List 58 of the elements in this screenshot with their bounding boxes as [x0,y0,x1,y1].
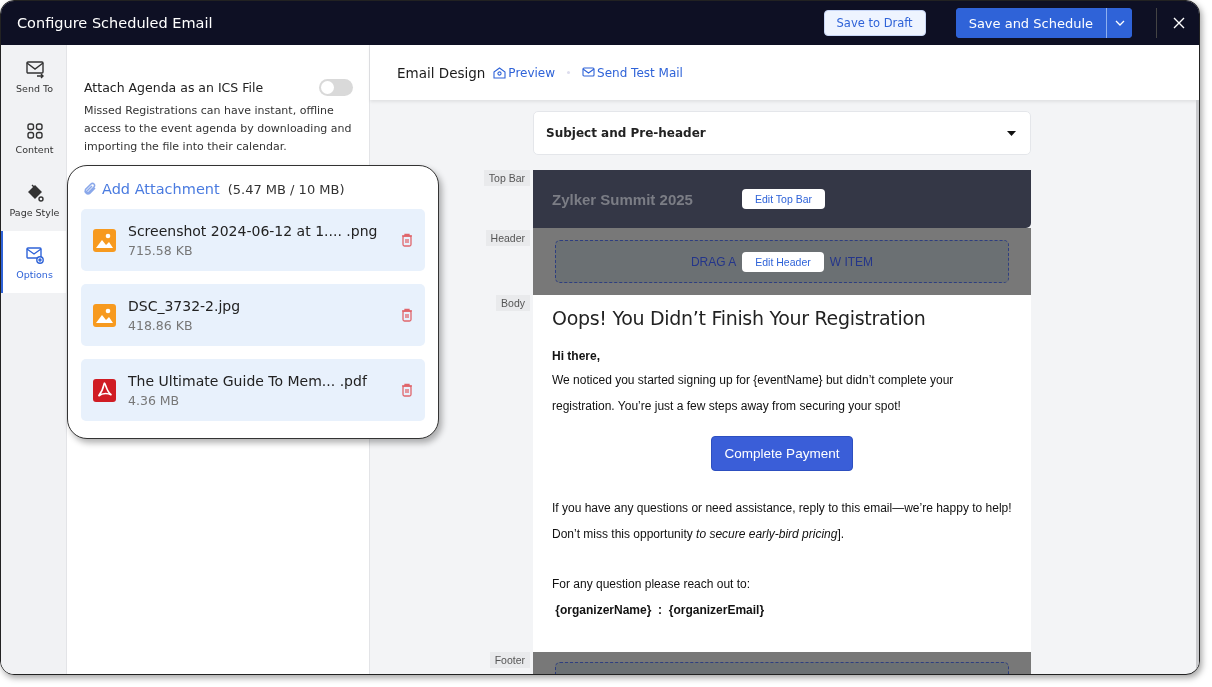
section-tag: Footer [489,652,530,668]
toggle-switch[interactable] [319,79,353,96]
delete-button[interactable] [401,233,413,247]
save-draft-button[interactable]: Save to Draft [823,10,926,36]
subject-dropdown[interactable]: Subject and Pre-header [533,111,1031,155]
edit-header-button[interactable]: Edit Header [742,251,824,272]
drop-zone-text: DRAG A [690,254,737,269]
file-size: 715.58 KB [128,242,194,258]
drop-zone-text: W ITEM [829,254,874,269]
file-size: 4.36 MB [128,392,181,408]
file-name: DSC_3732-2.jpg [128,297,242,314]
drop-zone[interactable]: DRAG A Edit Header W ITEM [555,240,1009,283]
trash-icon [401,383,413,397]
envelope-icon [582,67,596,78]
nav-tab[interactable]: Page Style [1,169,66,231]
header-link[interactable]: Send Test Mail [582,65,683,80]
nav-tab[interactable]: Options [1,231,66,293]
nav-tab[interactable]: Content [1,107,66,169]
trash-icon [401,308,413,322]
section-tag: Header [485,230,530,246]
close-icon [1173,17,1185,29]
file-name: Screenshot 2024-06-12 at 1.... .png [128,222,379,239]
email-paragraph: Don’t miss this opportunity to secure early-bird pricing]. [552,526,846,543]
email-paragraph: For any question please reach out to: [552,576,752,593]
nav-tab[interactable]: Send To [1,45,66,107]
grid-icon [25,121,44,140]
caret-icon [1007,130,1016,136]
email-paragraph: If you have any questions or need assistance, reply to this email—we’re happy to help! [552,500,1012,517]
file-size: 418.86 KB [128,317,194,333]
dropdown-button[interactable] [1106,8,1132,38]
section-tag: Top Bar [483,170,530,186]
contact-line: {organizerName} : {organizerEmail} [554,602,766,619]
delete-button[interactable] [401,308,413,322]
top-bar-section[interactable]: Zylker Summit 2025 Edit Top Bar [533,170,1031,228]
delete-button[interactable] [401,383,413,397]
image-file-icon [93,228,116,252]
add-attachment-link[interactable]: Add Attachment [83,181,220,197]
header-link[interactable]: Preview [493,65,556,80]
file-name: The Ultimate Guide To Mem... .pdf [128,372,369,389]
event-title: Zylker Summit 2025 [552,190,694,208]
window-title: Configure Scheduled Email [17,15,214,31]
paperclip-icon [83,181,97,197]
option-title: Attach Agenda as an ICS File [84,80,264,95]
section-tag: Body [496,295,530,311]
pdf-file-icon [93,378,116,402]
edit-top-bar-button[interactable]: Edit Top Bar [742,189,825,209]
email-heading: Oops! You Didn’t Finish Your Registration [552,307,927,329]
trash-icon [401,233,413,247]
email-paragraph: We noticed you started signing up for {eventName} but didn’t complete your registration. You’re just a few steps away from securing your spot! [552,372,955,415]
complete-payment-button[interactable]: Complete Payment [710,436,854,471]
storage-usage: (5.47 MB / 10 MB) [227,181,345,197]
envelope-icon [24,58,45,79]
caret-icon [1114,20,1125,26]
section-title: Email Design [397,64,486,81]
envelope-gear-icon [24,244,45,265]
option-description: Missed Registrations can have instant, offline access to the event agenda by downloading and importing the file into their calendar. [84,103,353,155]
image-file-icon [93,303,116,327]
greeting: Hi there, [552,349,601,363]
